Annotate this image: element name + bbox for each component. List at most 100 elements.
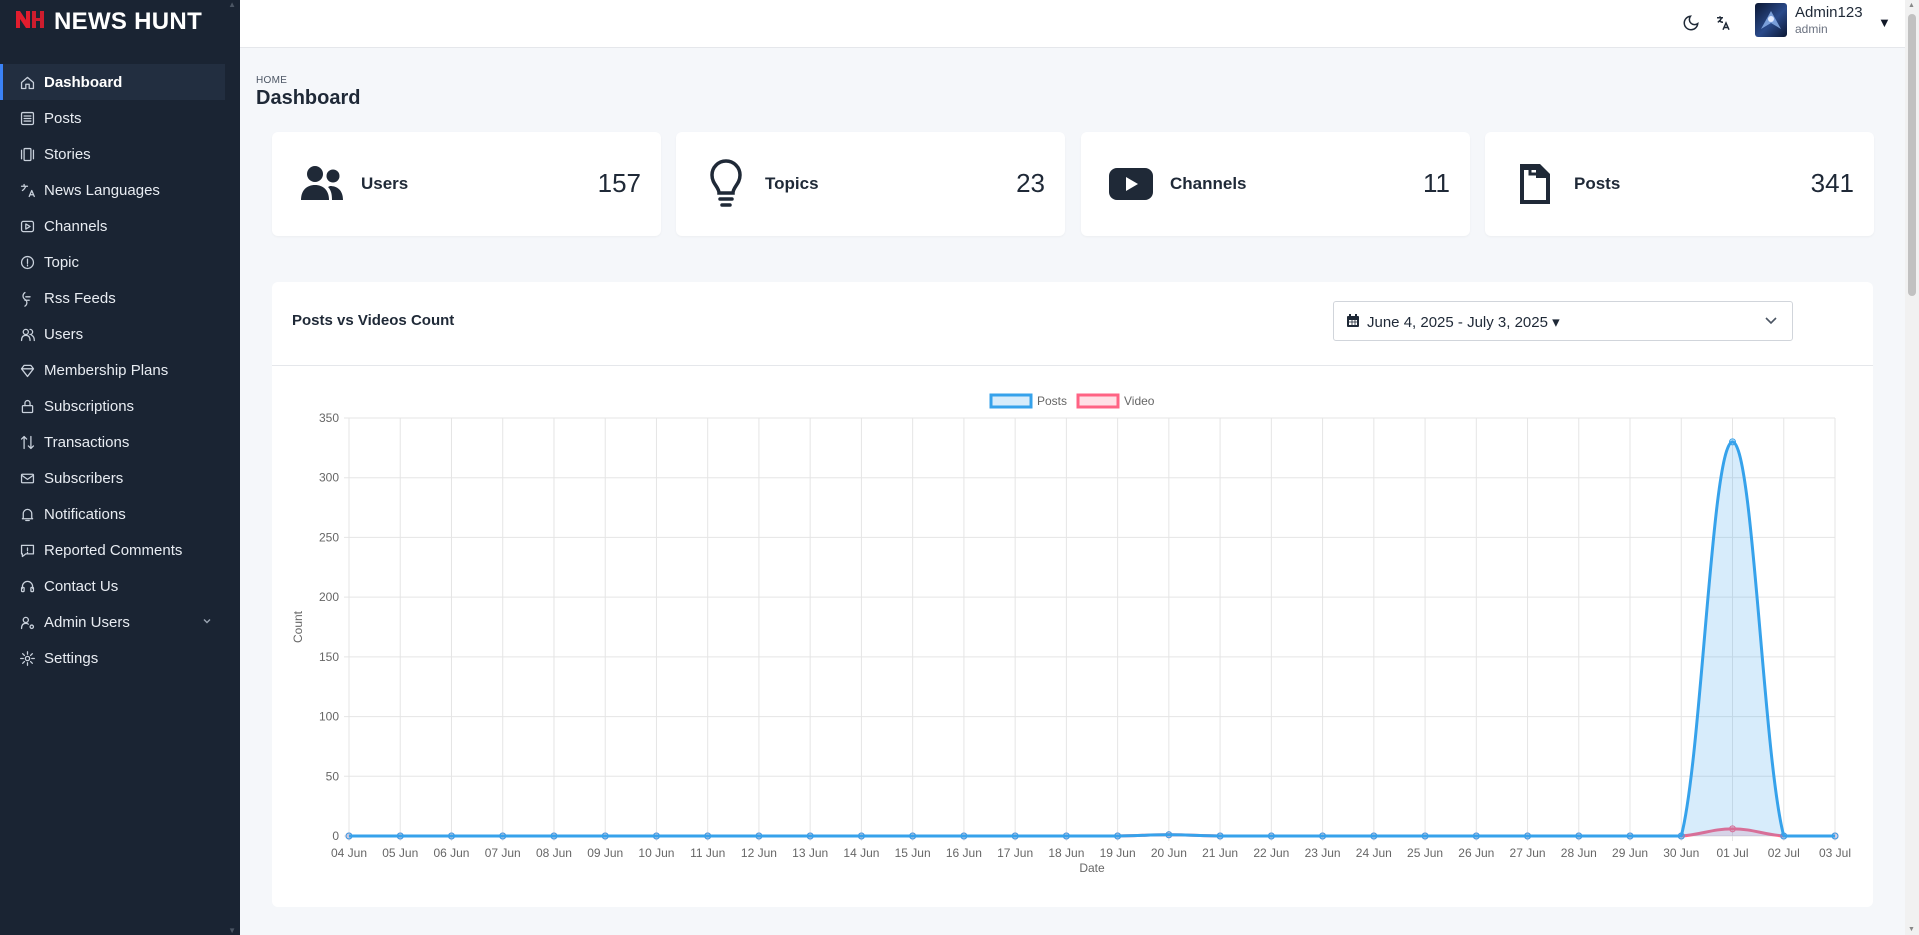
data-point: [1011, 832, 1019, 840]
sidebar-item-label: Users: [44, 325, 84, 343]
sidebar-scroll-down-icon[interactable]: ▼: [228, 926, 236, 935]
scroll-up-icon[interactable]: ▲: [1908, 2, 1915, 9]
posts-vs-videos-chart: Posts Video 050100150200250300350 04 Jun 0…: [291, 393, 1851, 875]
transfer-icon: [18, 433, 36, 451]
brand-mark-icon: [14, 8, 48, 36]
x-tick-label: 20 Jun: [1151, 846, 1187, 860]
sidebar-item-admin-users[interactable]: Admin Users: [0, 604, 240, 640]
list-icon: [18, 109, 36, 127]
bell-icon: [18, 505, 36, 523]
data-point: [1780, 832, 1788, 840]
scroll-down-icon[interactable]: ▼: [1908, 926, 1915, 933]
x-tick-label: 14 Jun: [843, 846, 879, 860]
sidebar-item-label: Subscriptions: [44, 397, 135, 415]
stat-label: Users: [361, 174, 409, 193]
lightbulb-icon: [702, 159, 750, 208]
chart-series: [345, 438, 1839, 840]
x-tick-label: 27 Jun: [1510, 846, 1546, 860]
sidebar-item-dashboard[interactable]: Dashboard: [0, 64, 225, 100]
stories-icon: [18, 145, 36, 163]
sidebar-item-settings[interactable]: Settings: [0, 640, 240, 676]
breadcrumb[interactable]: HOME: [256, 75, 287, 86]
youtube-icon: [1107, 160, 1155, 208]
x-tick-label: 30 Jun: [1663, 846, 1699, 860]
data-point: [1472, 832, 1480, 840]
sidebar: NEWS HUNT Dashboard Posts Stories News Lang…: [0, 0, 240, 935]
x-tick-label: 17 Jun: [997, 846, 1033, 860]
y-axis-label: Count: [291, 610, 305, 643]
data-point: [1319, 832, 1327, 840]
x-tick-label: 29 Jun: [1612, 846, 1648, 860]
user-name[interactable]: Admin123: [1795, 4, 1863, 21]
y-tick-label: 200: [319, 590, 339, 604]
data-point: [1062, 832, 1070, 840]
sidebar-item-news-languages[interactable]: News Languages: [0, 172, 240, 208]
x-tick-label: 21 Jun: [1202, 846, 1238, 860]
sidebar-item-subscribers[interactable]: Subscribers: [0, 460, 240, 496]
sidebar-scroll-up-icon[interactable]: ▲: [228, 0, 236, 9]
data-point: [1524, 832, 1532, 840]
sidebar-item-reported-comments[interactable]: Reported Comments: [0, 532, 240, 568]
data-point: [1626, 832, 1634, 840]
y-tick-label: 250: [319, 530, 339, 544]
data-point: [909, 832, 917, 840]
x-tick-label: 03 Jul: [1819, 846, 1851, 860]
sidebar-item-users[interactable]: Users: [0, 316, 240, 352]
x-tick-label: 26 Jun: [1458, 846, 1494, 860]
x-tick-label: 15 Jun: [895, 846, 931, 860]
x-tick-label: 12 Jun: [741, 846, 777, 860]
info-circle-icon: [18, 253, 36, 271]
topbar: Admin123 admin ▼: [240, 0, 1905, 48]
data-point: [806, 832, 814, 840]
data-point: [704, 832, 712, 840]
x-tick-label: 11 Jun: [690, 846, 725, 860]
brand-logo[interactable]: NEWS HUNT: [0, 0, 240, 44]
data-point: [1421, 832, 1429, 840]
users-icon: [18, 325, 36, 343]
x-tick-label: 05 Jun: [382, 846, 418, 860]
sidebar-item-subscriptions[interactable]: Subscriptions: [0, 388, 240, 424]
sidebar-item-transactions[interactable]: Transactions: [0, 424, 240, 460]
page-scrollbar[interactable]: ▲ ▼: [1905, 0, 1919, 935]
lock-icon: [18, 397, 36, 415]
stat-card-topics: Topics 23: [676, 132, 1065, 236]
sidebar-item-notifications[interactable]: Notifications: [0, 496, 240, 532]
sidebar-item-topic[interactable]: Topic: [0, 244, 240, 280]
x-tick-label: 10 Jun: [638, 846, 674, 860]
file-icon: [1511, 160, 1559, 208]
data-point: [1729, 438, 1737, 446]
data-point: [1370, 832, 1378, 840]
sidebar-item-stories[interactable]: Stories: [0, 136, 240, 172]
data-point: [857, 832, 865, 840]
stat-value: 341: [1810, 168, 1854, 198]
sidebar-item-channels[interactable]: Channels: [0, 208, 240, 244]
sidebar-item-contact-us[interactable]: Contact Us: [0, 568, 240, 604]
data-point: [652, 832, 660, 840]
sidebar-item-label: Contact Us: [44, 577, 119, 595]
scrollbar-thumb[interactable]: [1908, 14, 1916, 296]
language-translate-icon[interactable]: [1712, 12, 1734, 34]
chevron-down-icon[interactable]: [202, 616, 212, 629]
sidebar-item-label: Posts: [44, 109, 82, 127]
x-tick-label: 16 Jun: [946, 846, 982, 860]
data-point: [1575, 832, 1583, 840]
users-icon: [298, 160, 346, 208]
x-tick-label: 07 Jun: [485, 846, 521, 860]
sidebar-item-label: Admin Users: [44, 613, 130, 631]
sidebar-item-rss-feeds[interactable]: Rss Feeds: [0, 280, 240, 316]
x-tick-label: 24 Jun: [1356, 846, 1392, 860]
x-tick-label: 02 Jul: [1768, 846, 1800, 860]
data-point: [396, 832, 404, 840]
home-icon: [18, 73, 36, 91]
sidebar-item-membership-plans[interactable]: Membership Plans: [0, 352, 240, 388]
user-avatar[interactable]: [1755, 3, 1787, 37]
brand-name: NEWS HUNT: [54, 8, 203, 35]
rss-icon: [18, 289, 36, 307]
sidebar-item-posts[interactable]: Posts: [0, 100, 240, 136]
sidebar-item-label: Transactions: [44, 433, 130, 451]
stat-value: 23: [1016, 168, 1045, 198]
user-menu-caret-icon[interactable]: ▼: [1878, 15, 1891, 30]
data-point: [1677, 832, 1685, 840]
dark-mode-moon-icon[interactable]: [1680, 12, 1702, 34]
stat-card-users: Users 157: [272, 132, 661, 236]
